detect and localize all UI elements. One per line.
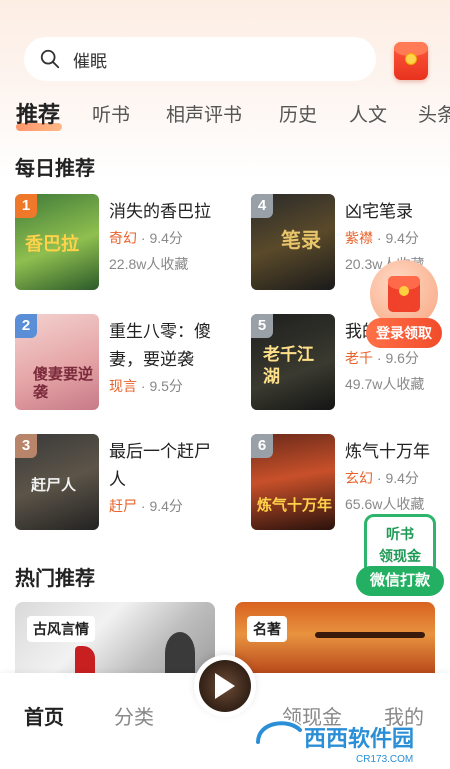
hot-card-tag: 古风言情 <box>27 616 95 642</box>
cover-decoration <box>315 632 425 638</box>
book-title: 消失的香巴拉 <box>109 202 211 221</box>
book-card[interactable]: 2 傻妻要逆袭 重生八零：傻妻，要逆袭 现言 · 9.5分 <box>15 314 225 414</box>
nav-category[interactable]: 分类 <box>114 701 154 730</box>
cover-title: 老千江湖 <box>263 345 314 386</box>
search-query: 催眠 <box>73 51 107 71</box>
book-meta: 赶尸 · 9.4分 <box>109 498 183 514</box>
book-title: 最后一个赶尸人 <box>109 442 211 489</box>
book-cover: 2 傻妻要逆袭 <box>15 314 99 410</box>
search-icon <box>40 49 60 69</box>
book-cover: 3 赶尸人 <box>15 434 99 530</box>
tab-recommend[interactable]: 推荐 <box>16 97 60 129</box>
book-favorites: 49.7w人收藏 <box>345 376 425 392</box>
book-cover: 4 笔录 <box>251 194 335 290</box>
tab-crosstalk[interactable]: 相声评书 <box>166 100 242 127</box>
wechat-payout-button[interactable]: 微信打款 <box>356 566 444 596</box>
tab-audiobook[interactable]: 听书 <box>92 100 130 127</box>
book-title: 凶宅笔录 <box>345 202 413 221</box>
cover-title: 炼气十万年 <box>257 497 333 514</box>
rank-badge: 2 <box>15 314 37 338</box>
book-meta: 玄幻 · 9.4分 <box>345 470 419 486</box>
cover-title: 赶尸人 <box>31 477 77 494</box>
rank-badge: 1 <box>15 194 37 218</box>
play-icon <box>215 673 235 699</box>
hot-card-tag: 名著 <box>247 616 287 642</box>
book-cover: 5 老千江湖 <box>251 314 335 410</box>
book-meta: 紫襟 · 9.4分 <box>345 230 419 246</box>
book-cover: 6 炼气十万年 <box>251 434 335 530</box>
book-title: 重生八零：傻妻，要逆袭 <box>109 322 211 369</box>
tab-history[interactable]: 历史 <box>279 100 317 127</box>
hot-card[interactable]: 古风言情 <box>15 602 215 674</box>
hot-card[interactable]: 名著 <box>235 602 435 674</box>
watermark: 西西软件园 CR173.COM <box>248 712 448 766</box>
book-card[interactable]: 1 香巴拉 消失的香巴拉 奇幻 · 9.4分 22.8w人收藏 <box>15 194 225 294</box>
tab-humanities[interactable]: 人文 <box>349 100 387 127</box>
login-reward-widget[interactable]: 登录领取 <box>366 260 442 350</box>
nav-home[interactable]: 首页 <box>24 701 64 730</box>
daily-section-title: 每日推荐 <box>15 158 95 180</box>
cover-decoration <box>75 646 95 674</box>
player-button[interactable] <box>194 655 256 717</box>
rank-badge: 4 <box>251 194 273 218</box>
rank-badge: 3 <box>15 434 37 458</box>
cover-title: 笔录 <box>281 230 321 252</box>
red-envelope-icon[interactable] <box>394 42 428 80</box>
book-meta: 老千 · 9.6分 <box>345 350 419 366</box>
book-card[interactable]: 3 赶尸人 最后一个赶尸人 赶尸 · 9.4分 <box>15 434 225 534</box>
book-cover: 1 香巴拉 <box>15 194 99 290</box>
search-bar[interactable]: 催眠 <box>24 37 376 81</box>
svg-text:CR173.COM: CR173.COM <box>356 754 413 765</box>
svg-text:西西软件园: 西西软件园 <box>304 726 414 751</box>
rank-badge: 5 <box>251 314 273 338</box>
cover-title: 香巴拉 <box>25 234 79 254</box>
book-meta: 奇幻 · 9.4分 <box>109 230 183 246</box>
tab-headlines[interactable]: 头条 <box>418 100 450 127</box>
hot-section-title: 热门推荐 <box>15 568 95 590</box>
book-title: 炼气十万年 <box>345 442 430 461</box>
cover-decoration <box>165 632 195 674</box>
login-reward-button[interactable]: 登录领取 <box>366 318 442 348</box>
rank-badge: 6 <box>251 434 273 458</box>
category-tabs: 推荐 听书 相声评书 历史 人文 头条 <box>0 96 450 132</box>
cover-title: 傻妻要逆袭 <box>33 366 94 401</box>
book-meta: 现言 · 9.5分 <box>109 378 183 394</box>
book-favorites: 65.6w人收藏 <box>345 496 425 512</box>
listen-cash-widget[interactable]: 听书 领现金 微信打款 <box>356 514 444 598</box>
book-favorites: 22.8w人收藏 <box>109 256 189 272</box>
